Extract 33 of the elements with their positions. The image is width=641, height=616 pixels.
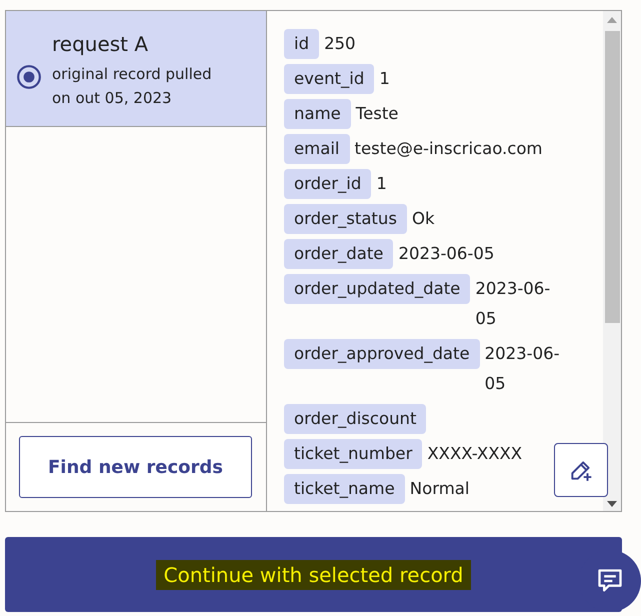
edit-button[interactable] (554, 443, 608, 497)
find-records-button[interactable]: Find new records (19, 436, 252, 498)
field-label: name (284, 99, 351, 129)
field-value: 250 (324, 33, 356, 55)
field-value: 1 (379, 68, 390, 90)
field-value: XXXX-XXXX (427, 443, 522, 465)
field-label: event_id (284, 64, 374, 94)
field-value: 1 (376, 173, 387, 195)
field-value: 2023-06-05 (398, 243, 494, 265)
field-value: teste@e-inscricao.com (354, 138, 543, 160)
field-label: order_discount (284, 404, 426, 434)
record-title: request A (52, 32, 150, 56)
record-item[interactable]: request A original record pulled on out 05, 2023 (6, 11, 266, 127)
field-value: 2023-06-05 (475, 278, 552, 330)
radio-button[interactable] (16, 64, 42, 90)
field-value: Ok (412, 208, 434, 230)
record-subtitle: original record pulled on out 05, 2023 (52, 64, 213, 108)
continue-button[interactable]: Continue with selected record (5, 537, 622, 612)
field-label: order_date (284, 239, 394, 269)
field-value: 2023-06-05 (484, 343, 561, 395)
field-value: Teste (356, 103, 398, 125)
field-label: order_id (284, 169, 372, 199)
field-label: order_updated_date (284, 274, 470, 304)
scrollbar-thumb[interactable] (605, 31, 620, 323)
field-label: ticket_name (284, 474, 405, 504)
field-value: Normal (410, 478, 470, 500)
scrollbar[interactable] (603, 11, 621, 511)
field-label: email (284, 134, 350, 164)
field-label: order_status (284, 204, 407, 234)
scroll-down-icon[interactable] (607, 501, 617, 507)
field-label: id (284, 29, 320, 59)
field-label: ticket_number (284, 439, 422, 469)
field-label: order_approved_date (284, 339, 480, 369)
